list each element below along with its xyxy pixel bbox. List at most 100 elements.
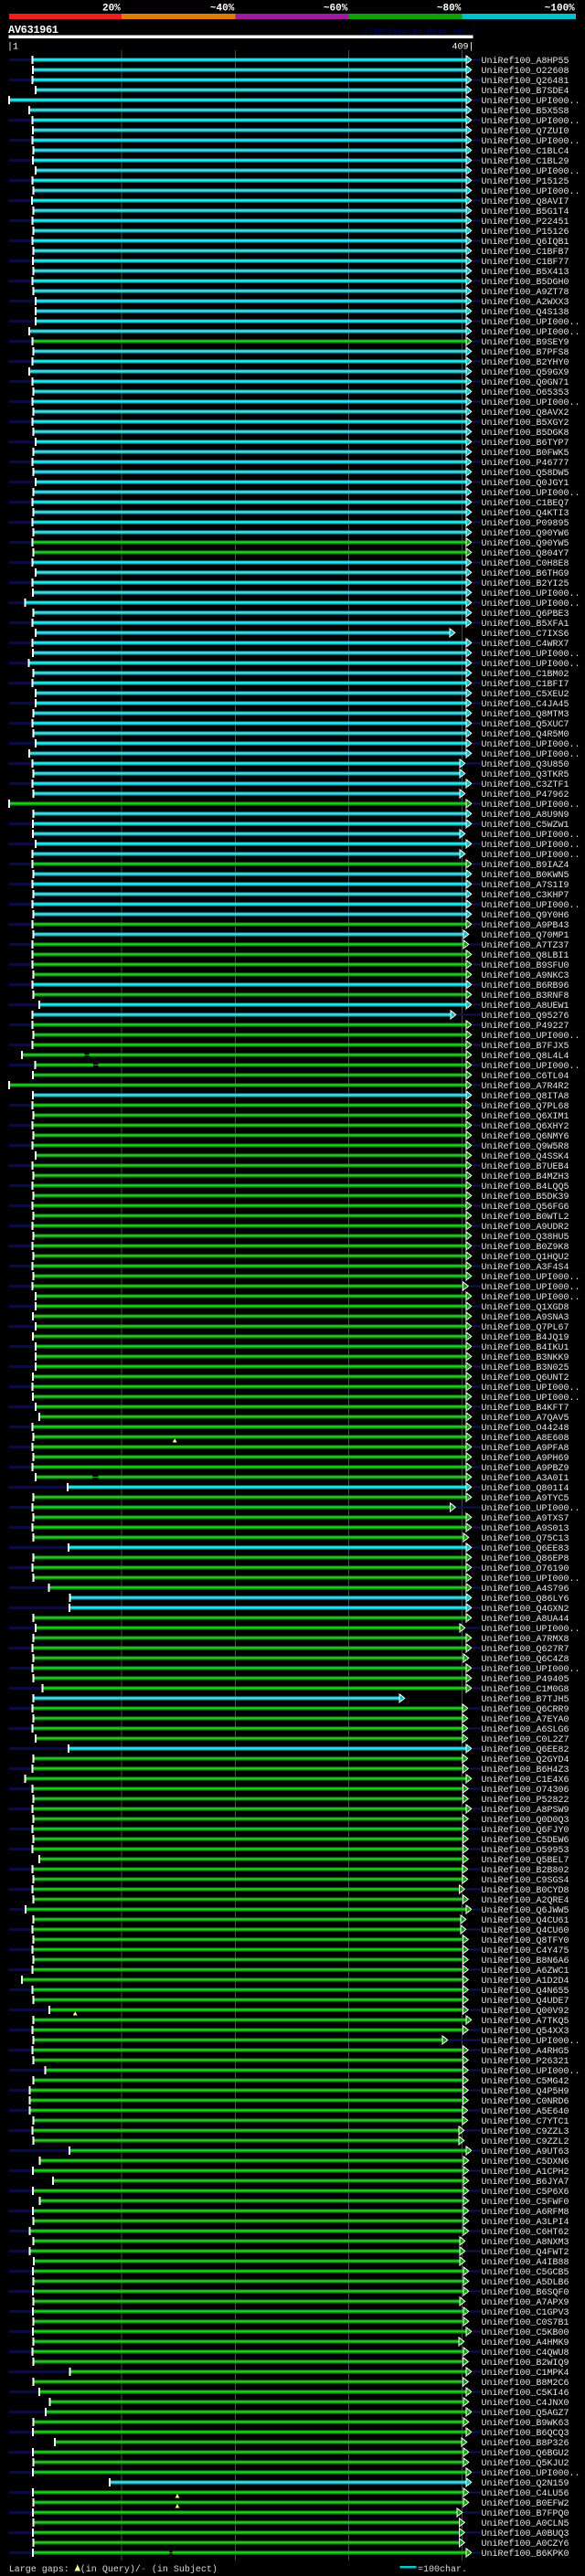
svg-text:UniRef100_Q9W5R8: UniRef100_Q9W5R8 [482,1141,569,1152]
svg-text:UniRef100_UPI000..: UniRef100_UPI000.. [482,116,580,127]
svg-text:UniRef100_A7QAV5: UniRef100_A7QAV5 [482,1413,569,1424]
svg-text:UniRef100_Q6CRR9: UniRef100_Q6CRR9 [482,1704,569,1715]
svg-text:UniRef100_Q59GX9: UniRef100_Q59GX9 [482,367,569,378]
svg-text:UniRef100_UPI000..: UniRef100_UPI000.. [482,1272,580,1283]
svg-text:~60%: ~60% [324,4,348,15]
svg-text:UniRef100_Q4SSK4: UniRef100_Q4SSK4 [482,1151,569,1162]
svg-text:UniRef100_A9UDR2: UniRef100_A9UDR2 [482,1222,569,1233]
svg-text:UniRef100_Q6FJY0: UniRef100_Q6FJY0 [482,1825,569,1836]
svg-text:UniRef100_B7UEB4: UniRef100_B7UEB4 [482,1161,569,1172]
svg-text:UniRef100_B7SDE4: UniRef100_B7SDE4 [482,86,569,97]
svg-text:UniRef100_P46777: UniRef100_P46777 [482,458,569,469]
svg-text:UniRef100_C1BFB7: UniRef100_C1BFB7 [482,247,569,258]
svg-text:UniRef100_A1CPH2: UniRef100_A1CPH2 [482,2167,569,2178]
svg-text:UniRef100_C5MG42: UniRef100_C5MG42 [482,2076,569,2087]
svg-text:UniRef100_B6SQF0: UniRef100_B6SQF0 [482,2287,569,2298]
svg-text:UniRef100_A8UA44: UniRef100_A8UA44 [482,1614,569,1625]
svg-text:UniRef100_B5DK39: UniRef100_B5DK39 [482,1192,569,1203]
svg-text:UniRef100_B4LQQ5: UniRef100_B4LQQ5 [482,1182,569,1193]
svg-text:UniRef100_Q70MP1: UniRef100_Q70MP1 [482,930,569,941]
svg-text:UniRef100_B0WTL2: UniRef100_B0WTL2 [482,1212,569,1223]
svg-text:UniRef100_A9ZT78: UniRef100_A9ZT78 [482,287,569,298]
svg-text:UniRef100_UPI000..: UniRef100_UPI000.. [482,1664,580,1675]
svg-text:UniRef100_C4QWU8: UniRef100_C4QWU8 [482,2348,569,2359]
svg-text:UniRef100_UPI000..: UniRef100_UPI000.. [482,599,580,610]
svg-text:UniRef100_Q8AVI7: UniRef100_Q8AVI7 [482,196,569,207]
svg-text:UniRef100_C4LU56: UniRef100_C4LU56 [482,2488,569,2499]
svg-text:UniRef100_Q56FG6: UniRef100_Q56FG6 [482,1202,569,1213]
svg-text:UniRef100_B7FJX5: UniRef100_B7FJX5 [482,1041,569,1052]
svg-text:UniRef100_UPI000..: UniRef100_UPI000.. [482,1503,580,1514]
svg-text:UniRef100_A9TXS7: UniRef100_A9TXS7 [482,1513,569,1524]
svg-text:UniRef100_A4RHG5: UniRef100_A4RHG5 [482,2046,569,2057]
svg-text:UniRef100_Q1HQU2: UniRef100_Q1HQU2 [482,1252,569,1263]
svg-text:UniRef100_UPI000..: UniRef100_UPI000.. [482,488,580,499]
svg-text:UniRef100_C1M0G8: UniRef100_C1M0G8 [482,1684,569,1695]
svg-text:UniRef100_A8NXM3: UniRef100_A8NXM3 [482,2237,569,2248]
svg-text:UniRef100_Q6NMY6: UniRef100_Q6NMY6 [482,1131,569,1142]
svg-text:UniRef100_B0KWN5: UniRef100_B0KWN5 [482,870,569,881]
svg-text:UniRef100_Q7PL68: UniRef100_Q7PL68 [482,1101,569,1112]
svg-text:UniRef100_A9SNA3: UniRef100_A9SNA3 [482,1312,569,1323]
svg-text:UniRef100_A7APX9: UniRef100_A7APX9 [482,2297,569,2308]
svg-text:UniRef100_C5P6X6: UniRef100_C5P6X6 [482,2187,569,2198]
svg-text:UniRef100_Q5KJU2: UniRef100_Q5KJU2 [482,2458,569,2469]
svg-text:UniRef100_Q0D0Q3: UniRef100_Q0D0Q3 [482,1815,569,1826]
svg-text:UniRef100_A8U9N9: UniRef100_A8U9N9 [482,810,569,821]
svg-text:UniRef100_Q4CU61: UniRef100_Q4CU61 [482,1915,569,1926]
svg-text:UniRef100_C1BL29: UniRef100_C1BL29 [482,156,569,167]
svg-text:UniRef100_B3RNF8: UniRef100_B3RNF8 [482,991,569,1002]
svg-text:UniRef100_Q6JWW5: UniRef100_Q6JWW5 [482,1905,569,1916]
svg-text:UniRef100_Q0GN71: UniRef100_Q0GN71 [482,377,569,388]
svg-text:UniRef100_UPI000..: UniRef100_UPI000.. [482,327,580,338]
svg-text:20%: 20% [102,4,121,15]
svg-text:UniRef100_B7PFS8: UniRef100_B7PFS8 [482,347,569,358]
svg-text:UniRef100_C0H8E8: UniRef100_C0H8E8 [482,558,569,569]
svg-text:UniRef100_Q5BEL7: UniRef100_Q5BEL7 [482,1855,569,1866]
svg-text:UniRef100_A1D2D4: UniRef100_A1D2D4 [482,1976,569,1987]
svg-text:UniRef100_C1GPV3: UniRef100_C1GPV3 [482,2307,569,2318]
svg-text:UniRef100_Q90YW5: UniRef100_Q90YW5 [482,538,569,549]
svg-text:UniRef100_C5KB00: UniRef100_C5KB00 [482,2327,569,2338]
svg-text:UniRef100_UPI000..: UniRef100_UPI000.. [482,166,580,177]
svg-text:AlignView.pm Beta rel.7: AlignView.pm Beta rel.7 [363,27,477,37]
svg-text:UniRef100_B6QCQ3: UniRef100_B6QCQ3 [482,2428,569,2439]
svg-text:UniRef100_Q804Y7: UniRef100_Q804Y7 [482,548,569,559]
svg-text:UniRef100_B6JYA7: UniRef100_B6JYA7 [482,2177,569,2188]
svg-text:UniRef100_Q75C13: UniRef100_Q75C13 [482,1533,569,1544]
svg-text:UniRef100_Q6XHY2: UniRef100_Q6XHY2 [482,1121,569,1132]
svg-text:UniRef100_Q86LY6: UniRef100_Q86LY6 [482,1594,569,1605]
svg-text:UniRef100_A0CZY6: UniRef100_A0CZY6 [482,2539,569,2549]
svg-text:UniRef100_UPI000..: UniRef100_UPI000.. [482,850,580,861]
svg-text:UniRef100_C1BF77: UniRef100_C1BF77 [482,257,569,268]
svg-text:UniRef100_Q4P5H9: UniRef100_Q4P5H9 [482,2086,569,2097]
svg-text:UniRef100_B4KFT7: UniRef100_B4KFT7 [482,1403,569,1414]
svg-text:UniRef100_Q4KTI3: UniRef100_Q4KTI3 [482,508,569,519]
svg-text:UniRef100_P49227: UniRef100_P49227 [482,1021,569,1032]
svg-text:UniRef100_P22451: UniRef100_P22451 [482,217,569,228]
svg-text:~40%: ~40% [210,4,235,15]
svg-text:UniRef100_C3ZTF1: UniRef100_C3ZTF1 [482,779,569,790]
svg-text:|1: |1 [7,42,18,53]
svg-text:UniRef100_UPI000..: UniRef100_UPI000.. [482,1574,580,1585]
svg-text:UniRef100_Q801I4: UniRef100_Q801I4 [482,1483,569,1494]
svg-text:UniRef100_UPI000..: UniRef100_UPI000.. [482,1383,580,1394]
svg-text:UniRef100_C0L2Z7: UniRef100_C0L2Z7 [482,1734,569,1745]
svg-text:UniRef100_Q4GXN2: UniRef100_Q4GXN2 [482,1604,569,1615]
svg-text:UniRef100_Q8L4L4: UniRef100_Q8L4L4 [482,1051,569,1062]
svg-text:UniRef100_A3F4S4: UniRef100_A3F4S4 [482,1262,569,1273]
svg-text:UniRef100_Q8MTM3: UniRef100_Q8MTM3 [482,709,569,720]
svg-text:UniRef100_P47962: UniRef100_P47962 [482,790,569,800]
svg-text:UniRef100_UPI000..: UniRef100_UPI000.. [482,739,580,750]
svg-text:UniRef100_Q4S138: UniRef100_Q4S138 [482,307,569,318]
svg-text:UniRef100_Q6UNT2: UniRef100_Q6UNT2 [482,1373,569,1383]
svg-text:UniRef100_B6KPK0: UniRef100_B6KPK0 [482,2549,569,2560]
svg-text:UniRef100_P09895: UniRef100_P09895 [482,518,569,529]
svg-text:UniRef100_Q54XX3: UniRef100_Q54XX3 [482,2026,569,2037]
svg-text:UniRef100_Q4R5M0: UniRef100_Q4R5M0 [482,729,569,740]
svg-text:UniRef100_B6H4Z3: UniRef100_B6H4Z3 [482,1765,569,1776]
svg-text:UniRef100_B0EFW2: UniRef100_B0EFW2 [482,2498,569,2509]
svg-text:UniRef100_O76190: UniRef100_O76190 [482,1564,569,1574]
svg-text:UniRef100_C5WZW1: UniRef100_C5WZW1 [482,820,569,831]
svg-text:UniRef100_Q3U850: UniRef100_Q3U850 [482,759,569,770]
